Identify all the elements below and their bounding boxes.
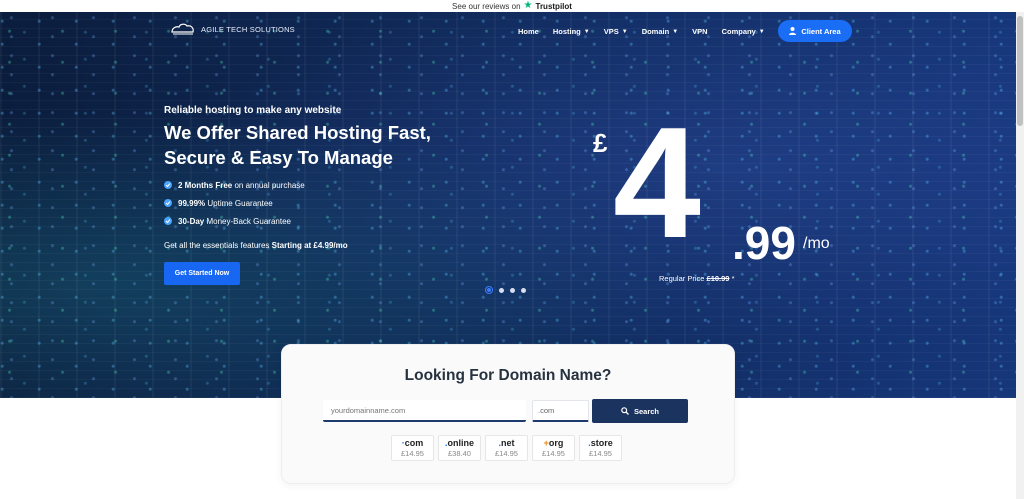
tld-extension: ·com <box>402 438 424 448</box>
regular-price: Regular Price £10.99 * <box>659 274 735 283</box>
tld-select-value: .com <box>538 406 555 415</box>
slider-dot-3[interactable] <box>510 287 515 293</box>
nav-item-vps[interactable]: VPS ▼ <box>604 27 628 36</box>
feature-item: 2 Months Free on annual purchase <box>164 176 305 194</box>
price-decimals: .99 <box>732 217 796 269</box>
nav-item-label: Hosting <box>552 27 581 36</box>
price-whole: 4 <box>613 95 701 271</box>
feature-list: 2 Months Free on annual purchase 99.99% U… <box>164 176 305 230</box>
essentials-text: Get all the essentials features Starting… <box>164 241 348 250</box>
feature-rest: on annual purchase <box>232 180 305 190</box>
tld-price: £14.95 <box>589 449 612 458</box>
nav-item-label: Home <box>518 27 539 36</box>
trustbar-text: See our reviews on <box>452 1 521 11</box>
domain-search-input[interactable] <box>323 400 526 422</box>
trustpilot-brand: Trustpilot <box>535 1 572 11</box>
nav-item-hosting[interactable]: Hosting ▼ <box>553 27 590 36</box>
nav-item-home[interactable]: Home <box>518 27 539 36</box>
feature-text: 30-Day Money-Back Guarantee <box>178 217 291 226</box>
slider-dot-4[interactable] <box>521 287 526 293</box>
feature-bold: 99.99% <box>178 198 206 208</box>
tld-name: net <box>501 438 515 448</box>
feature-rest: Money-Back Guarantee <box>204 216 291 226</box>
slider-dot-1[interactable] <box>485 286 493 294</box>
tld-price: £14.95 <box>542 449 565 458</box>
tld-name: com <box>404 438 424 448</box>
chevron-down-icon: ▼ <box>758 28 765 35</box>
nav-item-label: VPN <box>692 27 708 36</box>
slider-dot-2[interactable] <box>499 287 504 293</box>
trustpilot-bar[interactable]: See our reviews on ★ Trustpilot <box>0 0 1024 12</box>
feature-bold: 30-Day <box>178 216 205 226</box>
tld-item-net[interactable]: .net £14.95 <box>485 435 528 461</box>
trustpilot-star-icon: ★ <box>523 0 533 11</box>
tld-extension: .store <box>588 438 613 448</box>
essentials-price: Starting at £4.99/mo <box>271 241 348 250</box>
essentials-label: Get all the essentials features <box>164 241 272 250</box>
hero-background-lights <box>0 12 1016 398</box>
tld-item-org[interactable]: +org £14.95 <box>532 435 575 461</box>
price-period: /mo <box>803 235 830 252</box>
domain-search-card: Looking For Domain Name? .com Search ·co… <box>281 344 735 484</box>
tld-name: org <box>548 438 564 448</box>
client-area-button[interactable]: Client Area <box>778 20 852 42</box>
nav-item-company[interactable]: Company ▼ <box>722 27 765 36</box>
tld-name: online <box>447 438 475 448</box>
site-logo[interactable]: AGILE TECH SOLUTIONS <box>170 22 295 36</box>
tld-extension: .net <box>498 438 514 448</box>
check-circle-icon <box>164 199 172 207</box>
regular-price-suffix: * <box>729 274 735 283</box>
hero-title: We Offer Shared Hosting Fast, Secure & E… <box>164 122 431 168</box>
feature-item: 30-Day Money-Back Guarantee <box>164 212 305 230</box>
check-circle-icon <box>164 181 172 189</box>
tld-price: £14.95 <box>401 449 424 458</box>
feature-item: 99.99% Uptime Guarantee <box>164 194 305 212</box>
client-area-label: Client Area <box>801 26 841 36</box>
tld-price: £38.40 <box>448 449 471 458</box>
tld-select[interactable]: .com <box>532 400 589 422</box>
nav-item-vpn[interactable]: VPN <box>692 27 707 36</box>
feature-text: 99.99% Uptime Guarantee <box>178 199 273 208</box>
hero-section <box>0 12 1016 398</box>
check-circle-icon <box>164 217 172 225</box>
feature-bold: 2 Months Free <box>178 180 233 190</box>
cloud-car-logo-icon <box>171 23 194 35</box>
hero-subtitle: Reliable hosting to make any website <box>164 105 342 116</box>
tld-price-list: ·com £14.95 .online £38.40 .net £14.95 +org £14… <box>391 435 622 461</box>
slider-dots <box>485 286 526 294</box>
tld-item-com[interactable]: ·com £14.95 <box>391 435 434 461</box>
chevron-down-icon: ▼ <box>621 28 628 35</box>
nav-item-label: Company <box>721 27 756 36</box>
logo-text: AGILE TECH SOLUTIONS <box>201 24 295 34</box>
tld-name: store <box>590 438 613 448</box>
regular-price-value: £10.99 <box>706 274 730 283</box>
regular-price-label: Regular Price <box>659 274 707 283</box>
tld-item-online[interactable]: .online £38.40 <box>438 435 481 461</box>
domain-search-title: Looking For Domain Name? <box>404 367 612 384</box>
price-currency: £ <box>593 128 608 158</box>
nav-item-label: VPS <box>603 27 619 36</box>
page-scrollbar[interactable] <box>1016 12 1024 499</box>
nav-item-label: Domain <box>641 27 670 36</box>
search-button[interactable]: Search <box>592 399 688 423</box>
tld-extension: .online <box>445 438 474 448</box>
tld-price: £14.95 <box>495 449 518 458</box>
main-nav: Home Hosting ▼ VPS ▼ Domain ▼ VPN Company ▼ <box>518 27 779 36</box>
tld-item-store[interactable]: .store £14.95 <box>579 435 622 461</box>
search-button-label: Search <box>633 406 660 416</box>
feature-rest: Uptime Guarantee <box>205 198 273 208</box>
scrollbar-thumb[interactable] <box>1017 16 1023 126</box>
get-started-button[interactable]: Get Started Now <box>164 262 240 285</box>
chevron-down-icon: ▼ <box>583 28 590 35</box>
nav-item-domain[interactable]: Domain ▼ <box>642 27 678 36</box>
user-icon <box>789 27 797 35</box>
search-icon <box>621 407 629 415</box>
chevron-down-icon: ▼ <box>672 28 679 35</box>
feature-text: 2 Months Free on annual purchase <box>178 181 305 190</box>
tld-extension: +org <box>544 438 564 448</box>
